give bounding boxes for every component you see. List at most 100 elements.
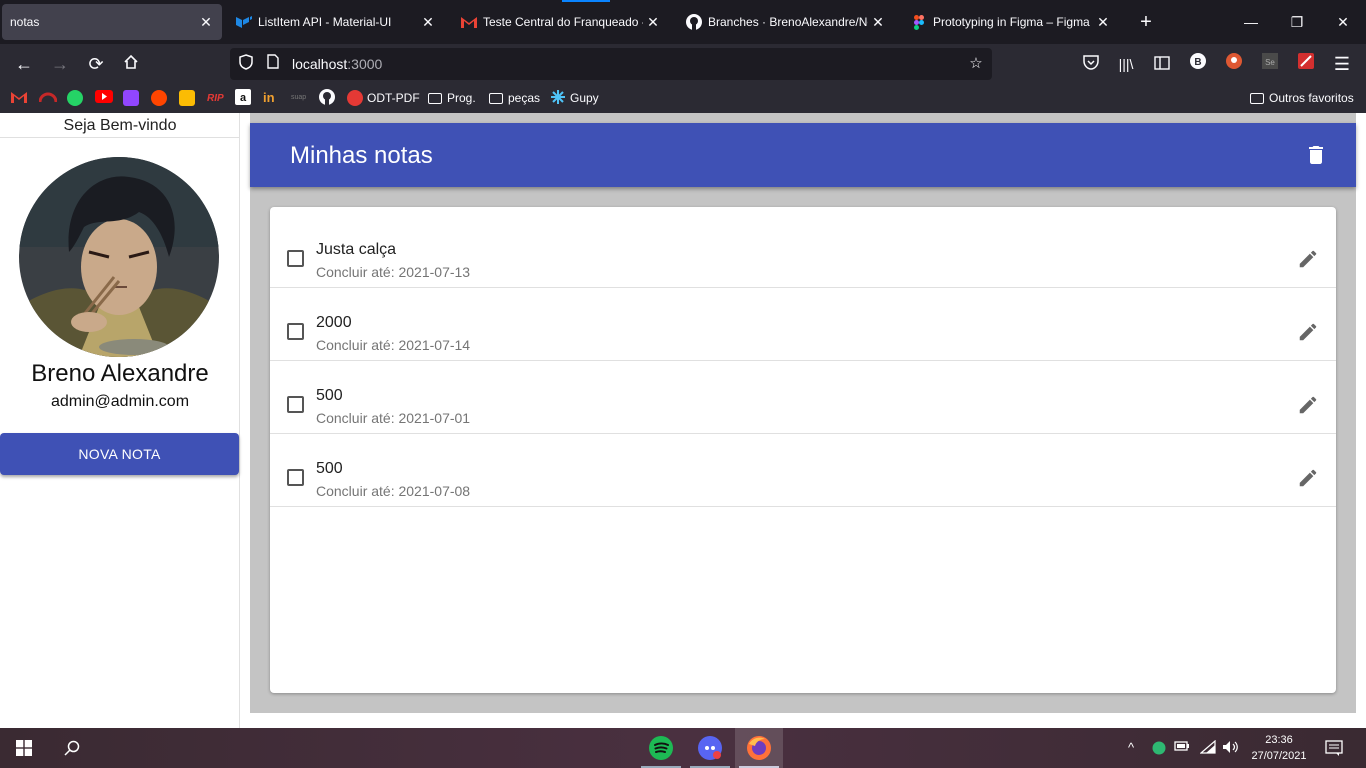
tab-notas[interactable]: notas ✕ bbox=[2, 4, 222, 40]
suap-icon: suap bbox=[291, 91, 309, 105]
github-icon bbox=[319, 88, 335, 108]
tab-teste-central[interactable]: Teste Central do Franqueado - b ✕ bbox=[451, 4, 669, 40]
battery-icon[interactable] bbox=[1174, 740, 1190, 755]
tab-figma[interactable]: Prototyping in Figma – Figma ✕ bbox=[901, 4, 1119, 40]
note-checkbox[interactable] bbox=[287, 469, 304, 486]
twitch-icon bbox=[123, 90, 139, 106]
shield-icon[interactable] bbox=[236, 54, 256, 74]
menu-icon[interactable]: ☰ bbox=[1330, 52, 1354, 76]
bookmark-folder-prog[interactable]: Prog. bbox=[428, 89, 476, 107]
bookmark-rip[interactable]: RIP bbox=[207, 89, 224, 107]
extension-red-icon[interactable] bbox=[1294, 52, 1318, 76]
pocket-icon[interactable] bbox=[1079, 52, 1103, 76]
note-title: 500 bbox=[316, 460, 343, 477]
home-icon[interactable] bbox=[119, 52, 143, 76]
bookmark-label: peças bbox=[508, 91, 541, 105]
minimize-icon[interactable]: — bbox=[1228, 8, 1274, 36]
reload-icon[interactable]: ⟳ bbox=[84, 52, 108, 76]
bookmark-star-icon[interactable]: ☆ bbox=[966, 54, 986, 74]
bookmark-gmail[interactable] bbox=[11, 89, 27, 107]
delete-icon[interactable] bbox=[1304, 143, 1328, 167]
tab-listitem-api[interactable]: ListItem API - Material-UI ✕ bbox=[226, 4, 444, 40]
forward-icon[interactable]: → bbox=[48, 52, 72, 76]
close-icon[interactable]: ✕ bbox=[1093, 14, 1113, 31]
odt-pdf-icon bbox=[347, 90, 363, 106]
system-clock[interactable]: 23:36 27/07/2021 bbox=[1244, 732, 1314, 764]
notifications-icon[interactable] bbox=[1325, 740, 1343, 759]
new-note-button[interactable]: NOVA NOTA bbox=[0, 433, 239, 475]
close-icon[interactable]: ✕ bbox=[418, 14, 438, 31]
search-icon[interactable] bbox=[48, 728, 96, 768]
library-icon[interactable]: |||\ bbox=[1114, 52, 1138, 76]
bookmark-folder-pecas[interactable]: peças bbox=[489, 89, 540, 107]
bookmark-suap[interactable]: suap bbox=[291, 89, 309, 107]
note-checkbox[interactable] bbox=[287, 250, 304, 267]
user-name: Breno Alexandre bbox=[31, 360, 209, 387]
edit-icon[interactable] bbox=[1297, 394, 1319, 416]
note-checkbox[interactable] bbox=[287, 323, 304, 340]
svg-text:in: in bbox=[263, 90, 275, 104]
sidebar-toggle-icon[interactable] bbox=[1150, 52, 1174, 76]
address-bar[interactable]: localhost:3000 ☆ bbox=[230, 48, 992, 80]
bookmark-whatsapp[interactable] bbox=[67, 89, 87, 107]
new-tab-icon[interactable]: + bbox=[1136, 10, 1156, 34]
selenium-icon[interactable]: Se bbox=[1258, 52, 1282, 76]
firefox-icon[interactable] bbox=[735, 728, 783, 768]
bookmark-other-favorites[interactable]: Outros favoritos bbox=[1250, 89, 1354, 107]
amazon-icon: a bbox=[235, 88, 251, 108]
note-due-date: Concluir até: 2021-07-13 bbox=[316, 264, 471, 280]
browser-nav-bar: ← → ⟳ localhost:3000 ☆ |||\ B Se ☰ bbox=[0, 44, 1366, 84]
bookmark-label: Prog. bbox=[447, 91, 476, 105]
volume-icon[interactable] bbox=[1222, 740, 1240, 757]
main-panel: Minhas notas Justa calça Concluir até: 2… bbox=[250, 113, 1356, 713]
bookmark-amazon[interactable]: a bbox=[235, 88, 251, 108]
wifi-icon[interactable] bbox=[1199, 739, 1216, 757]
close-icon[interactable]: ✕ bbox=[196, 14, 216, 31]
tray-expand-icon[interactable]: ^ bbox=[1128, 740, 1134, 755]
whatsapp-icon bbox=[67, 90, 83, 106]
duckduckgo-icon[interactable] bbox=[1222, 52, 1246, 76]
restore-icon[interactable]: ❐ bbox=[1274, 8, 1320, 36]
bookmark-speed[interactable] bbox=[38, 89, 58, 107]
reddit-icon bbox=[151, 90, 167, 106]
discord-icon[interactable] bbox=[686, 728, 734, 768]
note-title: Justa calça bbox=[316, 241, 397, 258]
list-item[interactable]: Justa calça Concluir até: 2021-07-13 bbox=[270, 215, 1336, 288]
edit-icon[interactable] bbox=[1297, 248, 1319, 270]
extension-b-icon[interactable]: B bbox=[1186, 52, 1210, 76]
spotify-icon[interactable] bbox=[637, 728, 685, 768]
bookmark-gupy[interactable]: Gupy bbox=[550, 89, 599, 107]
tray-status-icon[interactable] bbox=[1152, 741, 1166, 758]
bookmark-label: ODT-PDF bbox=[367, 91, 420, 105]
list-item[interactable]: 500 Concluir até: 2021-07-01 bbox=[270, 361, 1336, 434]
rip-text: RIP bbox=[207, 92, 224, 104]
figma-icon bbox=[911, 14, 927, 30]
app-bar: Minhas notas bbox=[250, 123, 1356, 187]
edit-icon[interactable] bbox=[1297, 467, 1319, 489]
note-due-date: Concluir até: 2021-07-08 bbox=[316, 483, 471, 499]
notes-list: Justa calça Concluir até: 2021-07-13 200… bbox=[270, 207, 1336, 693]
bookmark-odt-pdf[interactable]: ODT-PDF bbox=[347, 89, 420, 107]
close-icon[interactable]: ✕ bbox=[868, 14, 888, 31]
edit-icon[interactable] bbox=[1297, 321, 1319, 343]
list-item[interactable]: 500 Concluir até: 2021-07-08 bbox=[270, 434, 1336, 507]
list-item[interactable]: 2000 Concluir até: 2021-07-14 bbox=[270, 288, 1336, 361]
tab-label: ListItem API - Material-UI bbox=[258, 15, 392, 29]
bookmark-youtube[interactable] bbox=[95, 89, 113, 107]
bookmark-reddit[interactable] bbox=[151, 89, 171, 107]
tab-github-branches[interactable]: Branches · BrenoAlexandre/Not ✕ bbox=[676, 4, 894, 40]
back-icon[interactable]: ← bbox=[12, 52, 36, 76]
note-due-date: Concluir até: 2021-07-01 bbox=[316, 410, 471, 426]
bookmarks-bar: RIP a in suap ODT-PDF Prog. peças Gupy O… bbox=[0, 84, 1366, 113]
url-text[interactable]: localhost:3000 bbox=[292, 56, 382, 72]
welcome-text: Seja Bem-vindo bbox=[63, 117, 177, 134]
windows-start-icon[interactable] bbox=[0, 728, 48, 768]
bookmark-github[interactable] bbox=[319, 88, 335, 108]
bookmark-keep[interactable] bbox=[179, 89, 199, 107]
bookmark-twitch[interactable] bbox=[123, 89, 143, 107]
close-icon[interactable]: ✕ bbox=[643, 14, 663, 31]
bookmark-in[interactable]: in bbox=[263, 89, 281, 107]
note-checkbox[interactable] bbox=[287, 396, 304, 413]
window-close-icon[interactable]: ✕ bbox=[1320, 8, 1366, 36]
svg-text:B: B bbox=[1194, 57, 1201, 68]
